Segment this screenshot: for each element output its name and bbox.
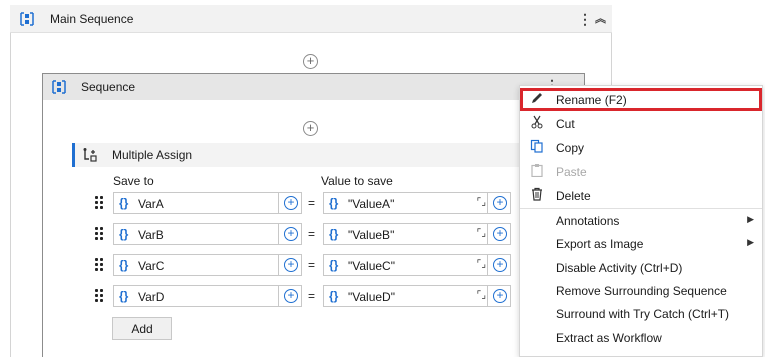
menu-item-copy[interactable]: Copy — [520, 136, 762, 159]
context-menu: Rename (F2) Cut Copy Paste Delete Annotations… — [519, 85, 763, 357]
variable-icon: {} — [119, 196, 129, 210]
multiple-assign-header[interactable]: Multiple Assign ⋮ — [72, 143, 531, 167]
expand-icon[interactable]: ⌜⌟ — [477, 259, 486, 270]
plus-icon[interactable]: + — [284, 227, 298, 241]
menu-item-label: Disable Activity (Ctrl+D) — [556, 261, 683, 275]
menu-item-remove-surrounding-sequence[interactable]: Remove Surrounding Sequence — [520, 279, 762, 302]
drag-handle-icon[interactable] — [93, 226, 105, 242]
value-to-save-header: Value to save — [321, 174, 393, 188]
menu-item-label: Export as Image — [556, 237, 644, 251]
assign-row: {} VarC + = {} "ValueC" ⌜⌟ + — [72, 253, 527, 277]
sequence-header[interactable]: Sequence ⋮ — [43, 74, 584, 100]
variable-name: VarD — [138, 290, 165, 304]
variable-icon: {} — [329, 196, 339, 210]
menu-item-export-as-image[interactable]: Export as Image ▶ — [520, 232, 762, 255]
menu-item-label: Remove Surrounding Sequence — [556, 284, 727, 298]
sequence-title: Sequence — [81, 80, 136, 94]
drag-handle-icon[interactable] — [93, 195, 105, 211]
menu-item-cut[interactable]: Cut — [520, 112, 762, 135]
menu-item-label: Delete — [556, 189, 591, 203]
value-field[interactable]: {} "ValueC" ⌜⌟ + — [323, 254, 511, 276]
main-sequence-header[interactable]: Main Sequence ⋮ ︽ — [10, 5, 612, 33]
value-text: "ValueB" — [348, 228, 395, 242]
drag-handle-icon[interactable] — [93, 288, 105, 304]
value-text: "ValueA" — [348, 197, 395, 211]
save-to-field[interactable]: {} VarD + — [113, 285, 302, 307]
equals-sign: = — [308, 196, 316, 210]
variable-name: VarC — [138, 259, 165, 273]
plus-icon[interactable]: + — [493, 196, 507, 210]
value-field[interactable]: {} "ValueD" ⌜⌟ + — [323, 285, 511, 307]
multiple-assign-activity: Multiple Assign ⋮ Save to Value to save … — [72, 143, 531, 357]
plus-icon[interactable]: + — [493, 258, 507, 272]
add-button[interactable]: Add — [112, 317, 172, 340]
sequence-icon — [20, 12, 34, 26]
menu-item-label: Rename (F2) — [556, 93, 627, 107]
menu-item-rename-f2[interactable]: Rename (F2) — [520, 88, 762, 111]
save-to-header: Save to — [113, 174, 154, 188]
submenu-arrow-icon: ▶ — [747, 237, 754, 247]
menu-item-label: Extract as Workflow — [556, 331, 662, 345]
variable-icon: {} — [329, 289, 339, 303]
menu-item-paste: Paste — [520, 160, 762, 183]
value-text: "ValueC" — [348, 259, 395, 273]
variable-icon: {} — [119, 258, 129, 272]
clipboard-icon — [529, 163, 545, 179]
plus-icon[interactable]: + — [284, 196, 298, 210]
plus-icon[interactable]: + — [493, 227, 507, 241]
menu-item-disable-activity-ctrl-d[interactable]: Disable Activity (Ctrl+D) — [520, 256, 762, 279]
main-sequence-title: Main Sequence — [50, 12, 134, 26]
menu-item-label: Copy — [556, 141, 585, 155]
plus-icon[interactable]: + — [284, 258, 298, 272]
plus-icon[interactable]: + — [493, 289, 507, 303]
equals-sign: = — [308, 227, 316, 241]
more-options-icon[interactable]: ⋮ — [578, 12, 592, 26]
assign-row: {} VarA + = {} "ValueA" ⌜⌟ + — [72, 191, 527, 215]
expand-icon[interactable]: ⌜⌟ — [477, 228, 486, 239]
variable-icon: {} — [119, 289, 129, 303]
value-field[interactable]: {} "ValueB" ⌜⌟ + — [323, 223, 511, 245]
menu-item-label: Annotations — [556, 214, 620, 228]
save-to-field[interactable]: {} VarA + — [113, 192, 302, 214]
save-to-field[interactable]: {} VarC + — [113, 254, 302, 276]
assign-row: {} VarD + = {} "ValueD" ⌜⌟ + — [72, 284, 527, 308]
scissors-icon — [529, 115, 545, 131]
submenu-arrow-icon: ▶ — [747, 214, 754, 224]
assign-row: {} VarB + = {} "ValueB" ⌜⌟ + — [72, 222, 527, 246]
value-field[interactable]: {} "ValueA" ⌜⌟ + — [323, 192, 511, 214]
menu-item-label: Paste — [556, 165, 587, 179]
menu-item-surround-with-try-catch-ctrl-t[interactable]: Surround with Try Catch (Ctrl+T) — [520, 302, 762, 325]
multiple-assign-icon — [83, 148, 97, 162]
menu-item-extract-as-workflow[interactable]: Extract as Workflow — [520, 326, 762, 349]
trash-icon — [529, 187, 545, 203]
menu-item-label: Surround with Try Catch (Ctrl+T) — [556, 307, 730, 321]
variable-icon: {} — [329, 258, 339, 272]
drag-handle-icon[interactable] — [93, 257, 105, 273]
save-to-field[interactable]: {} VarB + — [113, 223, 302, 245]
add-activity-icon[interactable]: + — [303, 121, 318, 136]
add-activity-icon[interactable]: + — [303, 54, 318, 69]
multiple-assign-title: Multiple Assign — [112, 148, 193, 162]
variable-name: VarA — [138, 197, 164, 211]
variable-icon: {} — [119, 227, 129, 241]
variable-icon: {} — [329, 227, 339, 241]
equals-sign: = — [308, 289, 316, 303]
menu-item-annotations[interactable]: Annotations ▶ — [520, 209, 762, 232]
value-text: "ValueD" — [348, 290, 395, 304]
copy-icon — [529, 139, 545, 155]
plus-icon[interactable]: + — [284, 289, 298, 303]
equals-sign: = — [308, 258, 316, 272]
menu-item-label: Cut — [556, 117, 575, 131]
expand-icon[interactable]: ⌜⌟ — [477, 290, 486, 301]
pencil-icon — [529, 91, 545, 107]
expand-icon[interactable]: ⌜⌟ — [477, 197, 486, 208]
menu-item-delete[interactable]: Delete — [520, 184, 762, 207]
collapse-icon[interactable]: ︽ — [595, 10, 606, 26]
sequence-icon — [52, 80, 66, 94]
variable-name: VarB — [138, 228, 164, 242]
